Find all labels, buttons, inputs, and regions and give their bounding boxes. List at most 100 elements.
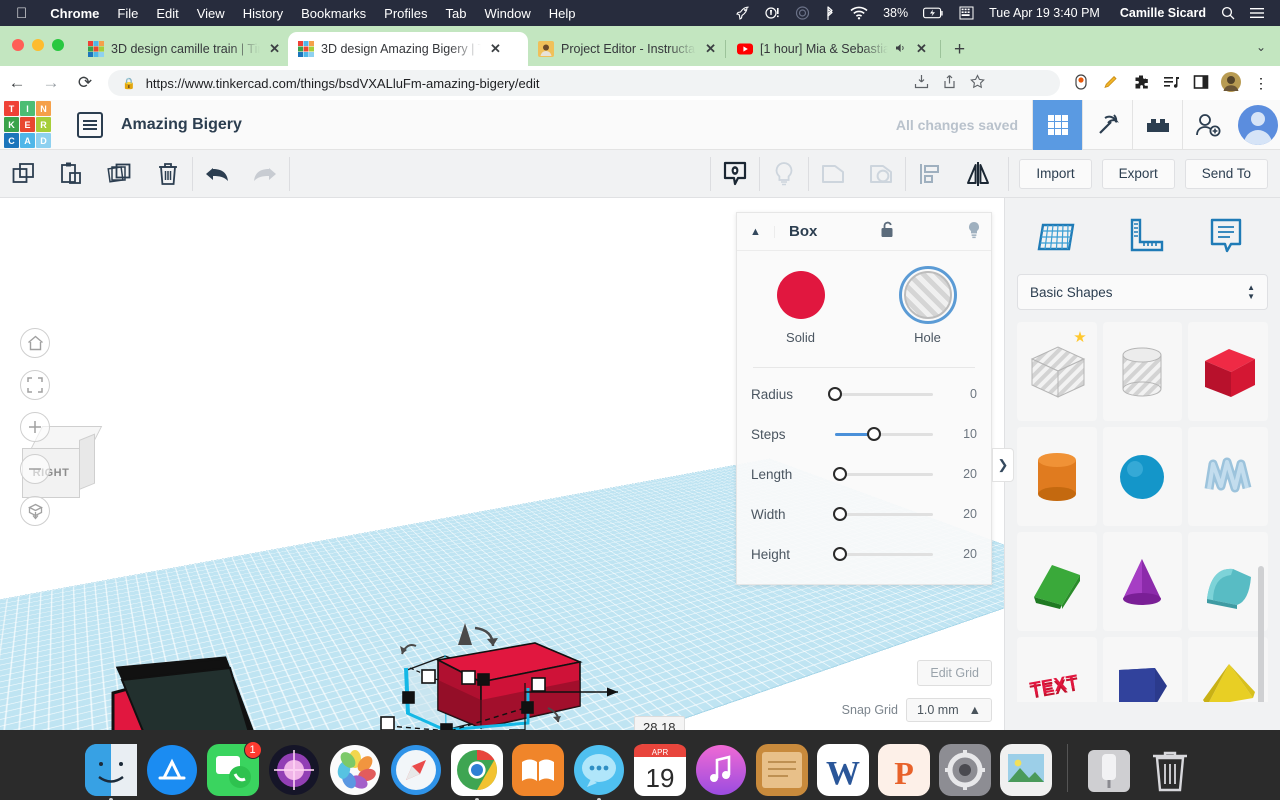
- import-button[interactable]: Import: [1019, 158, 1092, 189]
- page-title[interactable]: Amazing Bigery: [121, 116, 242, 134]
- scene-object-selected-box[interactable]: [350, 618, 700, 730]
- clock-label[interactable]: Tue Apr 19 3:40 PM: [981, 6, 1108, 20]
- extensions-puzzle-icon[interactable]: [1128, 74, 1154, 93]
- dimension-label-width[interactable]: 28.18: [634, 716, 685, 730]
- panel-expander-button[interactable]: ❯: [992, 448, 1014, 482]
- shape-polygon[interactable]: [1102, 637, 1183, 702]
- radius-slider-track[interactable]: [828, 386, 933, 401]
- close-tab-button[interactable]: ✕: [488, 41, 501, 57]
- note-icon[interactable]: [1198, 212, 1254, 260]
- account-avatar[interactable]: [1238, 104, 1278, 145]
- share-icon[interactable]: [936, 74, 962, 92]
- shape-box[interactable]: [1188, 322, 1268, 421]
- blocks-icon[interactable]: [1132, 99, 1182, 150]
- menu-item-history[interactable]: History: [234, 6, 292, 21]
- dock-item-premiere[interactable]: P: [877, 744, 930, 796]
- browser-tab-3[interactable]: Project Editor - Instructables ✕: [528, 32, 724, 66]
- dock-item-calendar[interactable]: APR 19: [633, 744, 686, 796]
- browser-tab-4[interactable]: [1 hour] Mia & Sebastian's ✕: [727, 32, 939, 66]
- shape-cone[interactable]: [1102, 532, 1183, 631]
- copy-icon[interactable]: [0, 150, 48, 198]
- property-length[interactable]: Length 20: [737, 454, 991, 494]
- export-button[interactable]: Export: [1101, 158, 1175, 189]
- timemachine-icon[interactable]: [788, 6, 817, 20]
- zoom-out-icon[interactable]: [20, 454, 50, 484]
- unlocked-icon[interactable]: [870, 221, 904, 242]
- steps-slider-knob[interactable]: [867, 426, 882, 441]
- snap-grid-select[interactable]: 1.0 mm ▲: [905, 698, 992, 722]
- menu-item-bookmarks[interactable]: Bookmarks: [292, 6, 375, 21]
- browser-tab-2-active[interactable]: 3D design Amazing Bigery | Tin ✕: [288, 32, 528, 66]
- menu-item-view[interactable]: View: [188, 6, 234, 21]
- pencil-extension-icon[interactable]: [1098, 74, 1124, 93]
- radius-slider-knob[interactable]: [828, 386, 842, 401]
- pickaxe-icon[interactable]: [1082, 99, 1132, 150]
- record-extension-icon[interactable]: [1068, 73, 1094, 93]
- dock-item-siri[interactable]: [268, 744, 320, 796]
- shape-scribble[interactable]: [1188, 427, 1268, 526]
- group-icon[interactable]: [809, 150, 857, 198]
- input-source-icon[interactable]: [952, 6, 981, 20]
- minimize-window-button[interactable]: [32, 39, 44, 51]
- grid-view-icon[interactable]: [1032, 99, 1082, 150]
- reload-button[interactable]: ⟳: [68, 73, 102, 93]
- spotlight-search-icon[interactable]: [1214, 6, 1242, 20]
- close-tab-button[interactable]: ✕: [703, 41, 716, 57]
- hole-swatch[interactable]: [898, 266, 957, 324]
- rocket-icon[interactable]: [728, 6, 758, 20]
- view-cube-side-face[interactable]: [79, 433, 95, 490]
- dock-item-downloads[interactable]: [1083, 744, 1135, 796]
- wifi-icon[interactable]: [843, 6, 875, 20]
- undo-icon[interactable]: [193, 150, 241, 198]
- shape-cylinder[interactable]: [1017, 427, 1097, 526]
- dock-item-safari[interactable]: [390, 744, 442, 796]
- dock-item-messages[interactable]: 1: [206, 741, 262, 796]
- solid-option[interactable]: Solid: [737, 271, 864, 345]
- menu-item-edit[interactable]: Edit: [147, 6, 187, 21]
- solid-color-swatch[interactable]: [776, 271, 825, 319]
- battery-icon[interactable]: [916, 7, 952, 19]
- ungroup-icon[interactable]: [857, 150, 905, 198]
- dock-item-finder[interactable]: [84, 744, 137, 800]
- dock-item-photos[interactable]: [329, 744, 381, 796]
- length-slider-knob[interactable]: [832, 466, 847, 481]
- control-center-icon[interactable]: [1242, 6, 1272, 20]
- tab-audio-icon[interactable]: [895, 42, 907, 57]
- dock-item-notes[interactable]: [755, 744, 808, 796]
- scene-object-group-left[interactable]: [60, 638, 280, 730]
- close-window-button[interactable]: [12, 39, 24, 51]
- shape-cylinder-hole[interactable]: [1102, 322, 1183, 421]
- property-width[interactable]: Width 20: [737, 494, 991, 534]
- apple-menu-icon[interactable]: : [0, 6, 41, 21]
- alert-icon[interactable]: [758, 6, 788, 20]
- tab-search-chevron-icon[interactable]: ⌄: [1256, 40, 1266, 54]
- shape-roof[interactable]: [1017, 532, 1097, 631]
- fit-view-icon[interactable]: [20, 370, 50, 400]
- edit-grid-button[interactable]: Edit Grid: [917, 660, 992, 686]
- account-name-label[interactable]: Camille Sicard: [1108, 6, 1214, 20]
- shape-box-hole[interactable]: ★: [1017, 322, 1097, 421]
- property-radius[interactable]: Radius 0: [737, 374, 991, 414]
- new-tab-button[interactable]: +: [942, 40, 977, 59]
- dock-item-ibooks[interactable]: [511, 744, 564, 796]
- shape-pyramid[interactable]: [1188, 637, 1268, 702]
- zoom-in-icon[interactable]: [20, 412, 50, 442]
- maximize-window-button[interactable]: [52, 39, 64, 51]
- dock-item-word[interactable]: W: [816, 744, 869, 796]
- menu-item-chrome[interactable]: Chrome: [41, 6, 108, 21]
- height-slider-track[interactable]: [832, 546, 933, 561]
- sidepanel-icon[interactable]: [1188, 74, 1214, 93]
- menu-item-profiles[interactable]: Profiles: [375, 6, 436, 21]
- paste-icon[interactable]: [48, 150, 96, 198]
- menu-item-file[interactable]: File: [108, 6, 147, 21]
- property-steps[interactable]: Steps 10: [737, 414, 991, 454]
- dock-item-facetime[interactable]: [573, 744, 625, 800]
- menu-item-help[interactable]: Help: [540, 6, 585, 21]
- profile-avatar[interactable]: [1218, 71, 1244, 95]
- back-button[interactable]: ←: [0, 73, 34, 93]
- home-view-icon[interactable]: [20, 328, 50, 358]
- property-height[interactable]: Height 20: [737, 534, 991, 574]
- delete-icon[interactable]: [144, 150, 192, 198]
- playlist-extension-icon[interactable]: [1158, 74, 1184, 93]
- ortho-view-icon[interactable]: [20, 496, 50, 526]
